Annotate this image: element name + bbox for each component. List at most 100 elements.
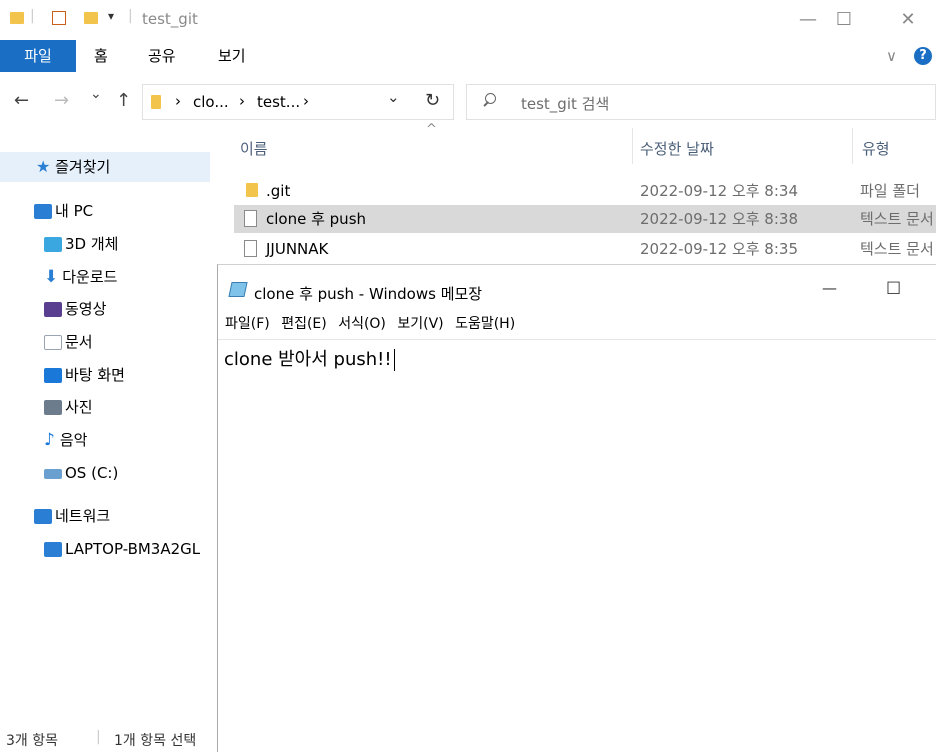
sidebar-item-os-drive[interactable]: OS (C:) xyxy=(44,458,118,488)
menu-view[interactable]: 보기(V) xyxy=(397,313,443,333)
selected-count: 1개 항목 선택 xyxy=(114,733,197,749)
folder-icon xyxy=(246,183,258,197)
column-header-modified[interactable]: 수정한 날짜 xyxy=(640,138,714,159)
sidebar-item-documents[interactable]: 문서 xyxy=(44,327,93,357)
menu-format[interactable]: 서식(O) xyxy=(338,313,386,333)
up-arrow-icon[interactable]: ↑ xyxy=(116,90,131,111)
sidebar-item-label: 네트워크 xyxy=(55,507,111,525)
notepad-menu-bar: 파일(F) 편집(E) 서식(O) 보기(V) 도움말(H) xyxy=(218,313,936,340)
file-name: clone 후 push xyxy=(266,210,367,228)
explorer-title-bar: | ▾ | test_git — ☐ ✕ xyxy=(0,0,936,40)
file-type: 파일 폴더 xyxy=(860,182,920,200)
notepad-editor[interactable]: clone 받아서 push!! xyxy=(224,345,395,371)
sidebar-item-label: 3D 개체 xyxy=(65,235,119,253)
back-arrow-icon[interactable]: ← xyxy=(14,90,29,111)
column-divider[interactable] xyxy=(852,128,853,164)
cube-icon xyxy=(44,237,62,252)
sort-ascending-icon: ^ xyxy=(426,122,437,137)
new-folder-icon[interactable] xyxy=(84,12,98,24)
properties-icon[interactable] xyxy=(52,11,66,25)
video-icon xyxy=(44,302,62,317)
maximize-button[interactable]: ☐ xyxy=(886,279,901,299)
pictures-icon xyxy=(44,400,62,415)
sidebar-item-this-pc[interactable]: 내 PC xyxy=(34,196,93,226)
sidebar-item-label: 문서 xyxy=(65,333,93,351)
sidebar-item-desktop[interactable]: 바탕 화면 xyxy=(44,360,125,390)
text-file-icon xyxy=(244,240,257,257)
sidebar-item-pictures[interactable]: 사진 xyxy=(44,392,93,422)
file-row-jjunnak[interactable]: JJUNNAK 2022-09-12 오후 8:35 텍스트 문서 xyxy=(234,235,936,263)
folder-icon xyxy=(10,12,24,24)
minimize-button[interactable]: — xyxy=(822,279,837,297)
file-row-git[interactable]: .git 2022-09-12 오후 8:34 파일 폴더 xyxy=(234,177,936,205)
tab-file[interactable]: 파일 xyxy=(0,40,76,72)
sidebar-item-label: 음악 xyxy=(59,431,88,449)
drive-icon xyxy=(44,468,62,479)
sidebar-item-label: OS (C:) xyxy=(65,464,119,482)
breadcrumb-separator[interactable]: › xyxy=(303,92,309,110)
sidebar-item-3d-objects[interactable]: 3D 개체 xyxy=(44,229,118,259)
document-icon xyxy=(44,335,62,350)
column-header-type[interactable]: 유형 xyxy=(862,138,890,159)
menu-edit[interactable]: 편집(E) xyxy=(281,313,327,333)
breadcrumb-separator[interactable]: › xyxy=(175,92,181,110)
tab-view[interactable]: 보기 xyxy=(218,40,246,72)
item-count: 3개 항목 xyxy=(6,733,58,749)
sidebar-item-label: 사진 xyxy=(65,398,93,416)
recent-locations-icon[interactable]: ⌄ xyxy=(90,86,102,102)
address-dropdown-icon[interactable]: ⌄ xyxy=(387,88,400,106)
file-type: 텍스트 문서 xyxy=(860,210,934,228)
tab-home[interactable]: 홈 xyxy=(94,40,108,72)
forward-arrow-icon[interactable]: → xyxy=(54,90,69,111)
close-button[interactable]: ✕ xyxy=(888,6,928,34)
text-caret xyxy=(393,349,395,371)
search-box[interactable]: test_git 검색 xyxy=(466,84,936,120)
sidebar-item-label: 즐겨찾기 xyxy=(55,158,111,176)
ribbon-tabs: 파일 홈 공유 보기 ∨ ? xyxy=(0,40,936,74)
search-icon-handle xyxy=(483,101,489,107)
sidebar-item-label: 다운로드 xyxy=(62,268,118,286)
sidebar-item-laptop[interactable]: LAPTOP-BM3A2GL xyxy=(44,534,200,564)
notepad-title-bar: clone 후 push - Windows 메모장 — ☐ xyxy=(218,265,936,313)
breadcrumb-test[interactable]: test... xyxy=(257,93,300,111)
minimize-button[interactable]: — xyxy=(788,6,828,34)
pc-icon xyxy=(34,204,52,219)
help-icon[interactable]: ? xyxy=(914,47,932,65)
maximize-button[interactable]: ☐ xyxy=(824,6,864,34)
menu-file[interactable]: 파일(F) xyxy=(225,313,270,333)
sidebar-item-videos[interactable]: 동영상 xyxy=(44,294,106,324)
column-divider[interactable] xyxy=(632,128,633,164)
download-icon: ⬇ xyxy=(44,267,59,287)
breadcrumb-separator[interactable]: › xyxy=(239,92,245,110)
notepad-title: clone 후 push - Windows 메모장 xyxy=(254,285,483,303)
sidebar-item-label: 바탕 화면 xyxy=(65,366,125,384)
ribbon-expand-icon[interactable]: ∨ xyxy=(886,40,897,72)
separator: | xyxy=(96,729,101,745)
sidebar-item-favorites[interactable]: ★ 즐겨찾기 xyxy=(0,152,210,182)
sidebar-item-downloads[interactable]: ⬇ 다운로드 xyxy=(44,262,117,292)
refresh-icon[interactable]: ↻ xyxy=(425,90,440,111)
breadcrumb-clone[interactable]: clo... xyxy=(193,93,229,111)
status-bar: 3개 항목 | 1개 항목 선택 xyxy=(0,726,218,752)
column-header-name[interactable]: 이름 xyxy=(240,138,268,159)
text-file-icon xyxy=(244,210,257,227)
tab-share[interactable]: 공유 xyxy=(148,40,176,72)
file-modified: 2022-09-12 오후 8:34 xyxy=(640,182,798,200)
chevron-down-icon[interactable]: ▾ xyxy=(108,9,114,23)
network-icon xyxy=(34,509,52,524)
sidebar-item-label: LAPTOP-BM3A2GL xyxy=(65,540,201,558)
sidebar-item-music[interactable]: ♪ 음악 xyxy=(44,425,87,455)
file-modified: 2022-09-12 오후 8:35 xyxy=(640,240,798,258)
search-placeholder: test_git 검색 xyxy=(521,95,610,113)
file-type: 텍스트 문서 xyxy=(860,240,934,258)
sidebar-item-network[interactable]: 네트워크 xyxy=(34,501,110,531)
file-name: .git xyxy=(266,182,291,200)
file-row-clone-push[interactable]: clone 후 push 2022-09-12 오후 8:38 텍스트 문서 xyxy=(234,205,936,233)
address-bar[interactable]: › clo... › test... › ⌄ ↻ xyxy=(142,84,454,120)
menu-help[interactable]: 도움말(H) xyxy=(455,313,515,333)
file-modified: 2022-09-12 오후 8:38 xyxy=(640,210,798,228)
notepad-icon xyxy=(228,282,248,297)
folder-icon xyxy=(151,95,161,109)
notepad-window: clone 후 push - Windows 메모장 — ☐ 파일(F) 편집(… xyxy=(217,264,936,752)
desktop-icon xyxy=(44,368,62,383)
